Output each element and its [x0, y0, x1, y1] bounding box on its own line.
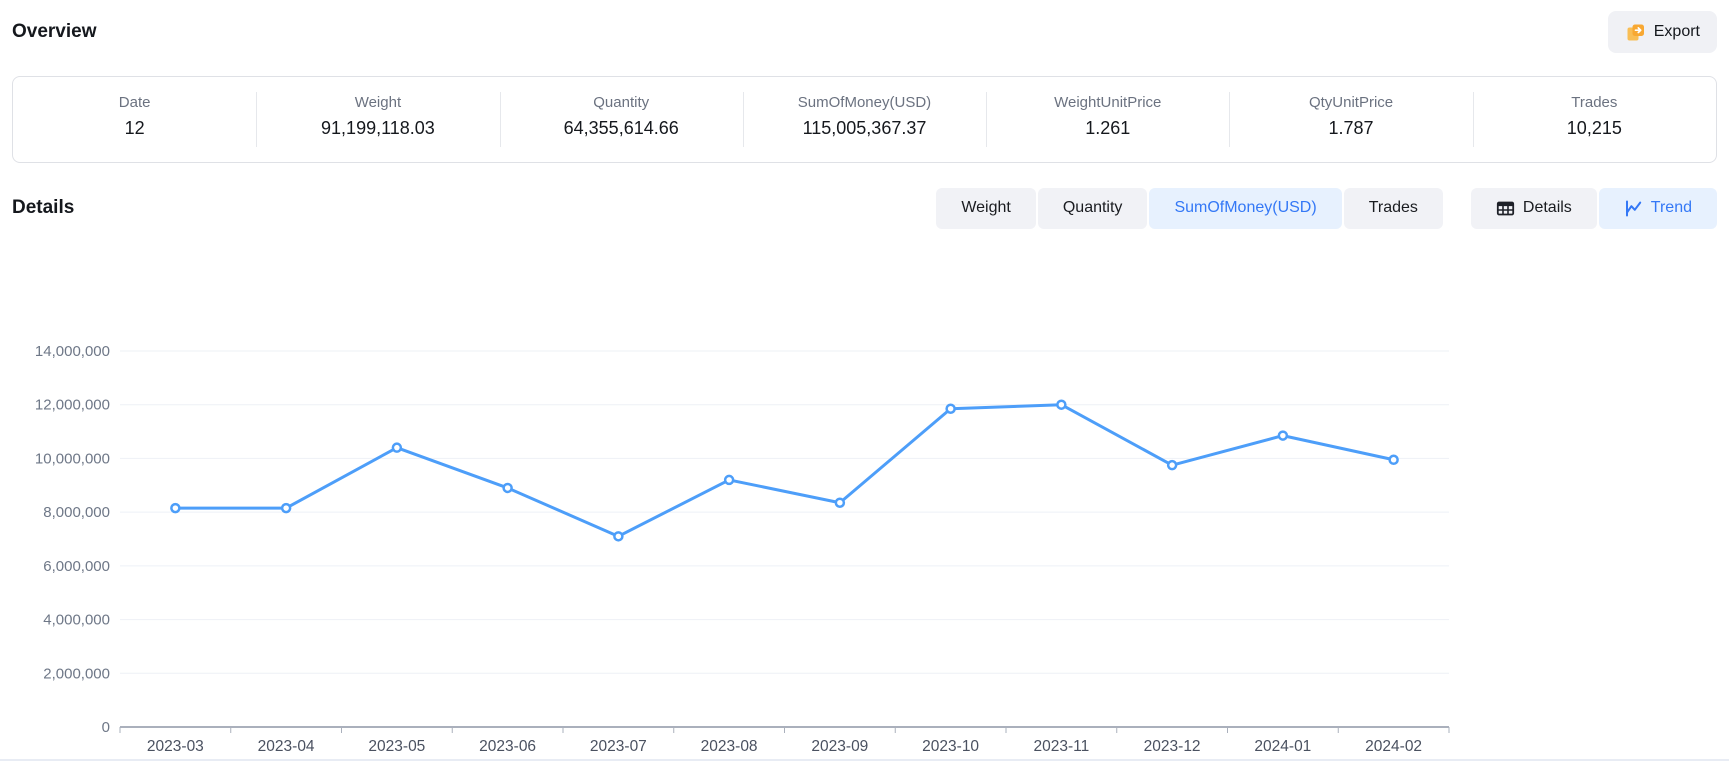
table-icon [1496, 199, 1515, 218]
stat-sum-of-money: SumOfMoney(USD) 115,005,367.37 [743, 77, 986, 162]
x-axis-label: 2023-05 [368, 738, 425, 755]
stat-label: Quantity [593, 94, 649, 111]
export-icon [1625, 22, 1646, 43]
stat-value: 10,215 [1567, 118, 1622, 139]
trend-chart: 0 2,000,000 4,000,000 6,000,000 8,000,000 10,… [0, 293, 1729, 763]
x-axis-label: 2023-08 [701, 738, 758, 755]
chart-point[interactable] [1057, 401, 1065, 409]
stat-weight: Weight 91,199,118.03 [256, 77, 499, 162]
stat-qty-unit-price: QtyUnitPrice 1.787 [1229, 77, 1472, 162]
chart-line [175, 405, 1393, 537]
stat-label: Trades [1571, 94, 1617, 111]
stat-value: 115,005,367.37 [803, 118, 927, 139]
y-axis-label: 4,000,000 [43, 612, 110, 629]
dashboard-page: Overview Export Date 12 Weight 91,199,11… [0, 10, 1729, 229]
chart-point[interactable] [725, 476, 733, 484]
metric-tab-group: Weight Quantity SumOfMoney(USD) Trades [936, 188, 1443, 229]
tab-quantity[interactable]: Quantity [1038, 188, 1148, 229]
stat-value: 64,355,614.66 [564, 118, 679, 139]
x-axis-label: 2023-10 [922, 738, 979, 755]
stat-label: Weight [355, 94, 401, 111]
x-axis-label: 2023-07 [590, 738, 647, 755]
x-axis-label: 2024-01 [1254, 738, 1311, 755]
x-axis-label: 2023-04 [258, 738, 315, 755]
y-axis-label: 8,000,000 [43, 504, 110, 521]
chart-point[interactable] [282, 504, 290, 512]
y-axis-label: 0 [102, 719, 110, 736]
y-axis-label: 10,000,000 [35, 450, 110, 467]
stat-quantity: Quantity 64,355,614.66 [500, 77, 743, 162]
tab-trades[interactable]: Trades [1344, 188, 1443, 229]
stat-date: Date 12 [13, 77, 256, 162]
x-axis-label: 2023-09 [811, 738, 868, 755]
stat-value: 1.787 [1329, 118, 1374, 139]
details-title: Details [12, 197, 74, 219]
stat-value: 91,199,118.03 [321, 118, 435, 139]
y-axis-label: 14,000,000 [35, 343, 110, 360]
stat-label: WeightUnitPrice [1054, 94, 1161, 111]
stats-card: Date 12 Weight 91,199,118.03 Quantity 64… [12, 76, 1717, 163]
overview-header: Overview Export [12, 10, 1717, 54]
stat-value: 1.261 [1085, 118, 1130, 139]
y-axis-label: 2,000,000 [43, 665, 110, 682]
tab-sum-of-money[interactable]: SumOfMoney(USD) [1149, 188, 1341, 229]
stat-value: 12 [125, 118, 145, 139]
chart-point[interactable] [836, 499, 844, 507]
trend-chart-svg: 0 2,000,000 4,000,000 6,000,000 8,000,000 10,… [0, 293, 1729, 763]
details-header: Details Weight Quantity SumOfMoney(USD) … [12, 187, 1717, 229]
x-axis-label: 2023-11 [1034, 738, 1090, 755]
chart-point[interactable] [504, 484, 512, 492]
chart-point[interactable] [947, 405, 955, 413]
stat-trades: Trades 10,215 [1473, 77, 1716, 162]
chart-point[interactable] [1168, 461, 1176, 469]
stat-label: SumOfMoney(USD) [798, 94, 931, 111]
line-chart-icon [1624, 199, 1643, 218]
overview-title: Overview [12, 21, 97, 43]
chart-point[interactable] [393, 444, 401, 452]
x-axis-label: 2023-12 [1144, 738, 1201, 755]
chart-point[interactable] [1279, 432, 1287, 440]
y-axis-label: 6,000,000 [43, 558, 110, 575]
x-axis-label: 2024-02 [1365, 738, 1422, 755]
x-axis-label: 2023-06 [479, 738, 536, 755]
x-axis-label: 2023-03 [147, 738, 204, 755]
tab-details-label: Details [1523, 199, 1572, 217]
view-tab-group: Details Trend [1471, 188, 1717, 229]
stat-label: QtyUnitPrice [1309, 94, 1393, 111]
chart-point[interactable] [171, 504, 179, 512]
tab-trend-label: Trend [1651, 199, 1692, 217]
export-button[interactable]: Export [1608, 11, 1717, 53]
export-button-label: Export [1654, 23, 1700, 41]
chart-point[interactable] [614, 532, 622, 540]
stat-label: Date [119, 94, 151, 111]
y-axis-label: 12,000,000 [35, 397, 110, 414]
tab-details-view[interactable]: Details [1471, 188, 1597, 229]
tab-trend-view[interactable]: Trend [1599, 188, 1717, 229]
chart-point[interactable] [1390, 456, 1398, 464]
stat-weight-unit-price: WeightUnitPrice 1.261 [986, 77, 1229, 162]
tab-weight[interactable]: Weight [936, 188, 1036, 229]
